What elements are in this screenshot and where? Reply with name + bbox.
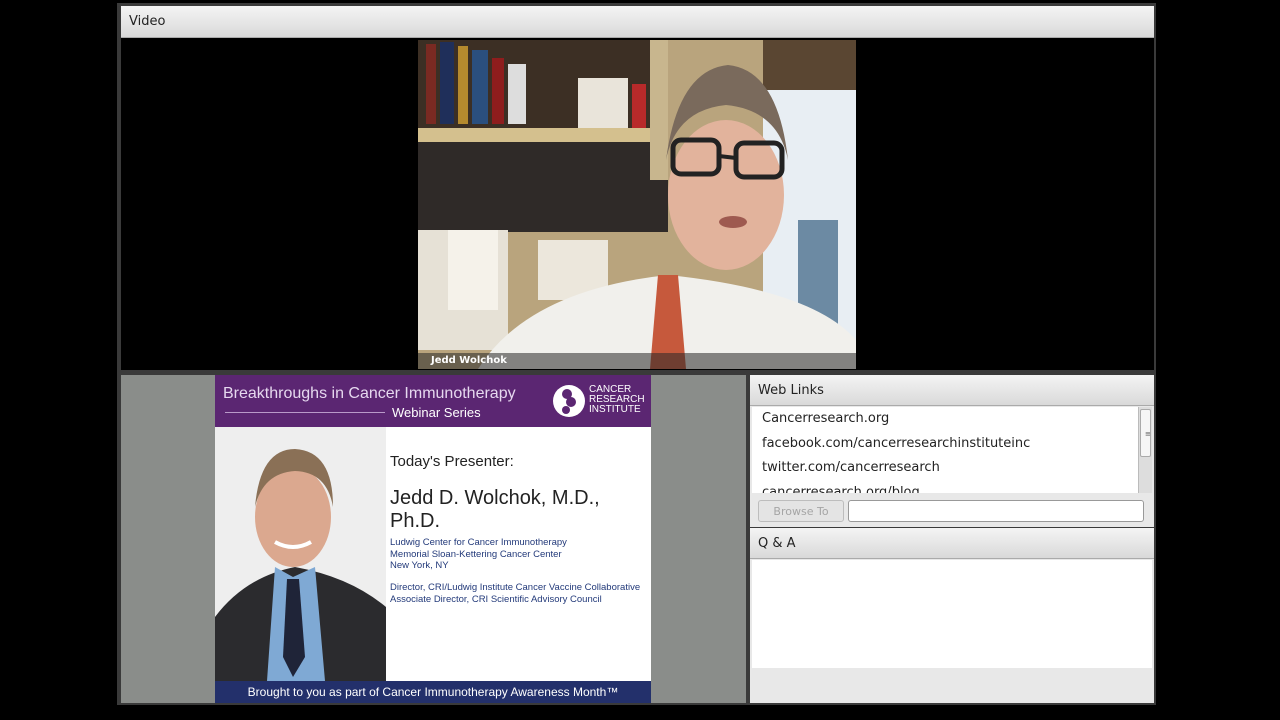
slide-subtitle: Webinar Series (392, 405, 481, 420)
web-links-list: Cancerresearch.org facebook.com/cancerre… (752, 407, 1138, 493)
qa-pod: Q & A (750, 528, 1154, 703)
presenter-affiliations: Ludwig Center for Cancer Immunotherapy M… (390, 537, 567, 571)
webcam-video[interactable]: Jedd Wolchok (418, 40, 856, 369)
presentation-slide: Breakthroughs in Cancer Immunotherapy We… (215, 375, 651, 703)
web-links-pod: Web Links Cancerresearch.org facebook.co… (750, 375, 1154, 527)
browse-to-button[interactable]: Browse To (758, 500, 844, 522)
qa-message-area[interactable] (752, 560, 1152, 668)
slide-footer: Brought to you as part of Cancer Immunot… (215, 681, 651, 703)
presenter-roles: Director, CRI/Ludwig Institute Cancer Va… (390, 582, 641, 605)
video-pod-title: Video (121, 6, 1154, 38)
webcam-image (418, 40, 856, 369)
web-link[interactable]: cancerresearch.org/blog (752, 481, 1138, 494)
links-scrollbar[interactable]: ≡ (1138, 407, 1152, 493)
url-input[interactable] (848, 500, 1144, 522)
cri-logo-text: CANCER RESEARCH INSTITUTE (589, 384, 645, 415)
presenter-label: Today's Presenter: (390, 453, 514, 470)
presenter-photo (215, 427, 386, 681)
web-links-title: Web Links (750, 375, 1154, 406)
web-link[interactable]: facebook.com/cancerresearchinstituteinc (752, 432, 1138, 457)
cri-logo-icon (553, 385, 585, 417)
slide-divider (225, 412, 385, 413)
presenter-name: Jedd D. Wolchok, M.D., Ph.D. (390, 487, 600, 532)
grip-icon: ≡ (1145, 430, 1151, 438)
share-pod: Breakthroughs in Cancer Immunotherapy We… (121, 375, 746, 703)
presenter-name-tag: Jedd Wolchok (418, 353, 856, 369)
meeting-room: Video Jedd Wolchok Breakthroughs in Canc… (117, 3, 1156, 705)
scrollbar-thumb[interactable]: ≡ (1140, 409, 1151, 457)
slide-title: Breakthroughs in Cancer Immunotherapy (223, 385, 516, 402)
web-link[interactable]: twitter.com/cancerresearch (752, 456, 1138, 481)
web-link[interactable]: Cancerresearch.org (752, 407, 1138, 432)
qa-title: Q & A (750, 528, 1154, 559)
video-pod: Video Jedd Wolchok (121, 6, 1154, 370)
slide-header: Breakthroughs in Cancer Immunotherapy We… (215, 375, 651, 427)
